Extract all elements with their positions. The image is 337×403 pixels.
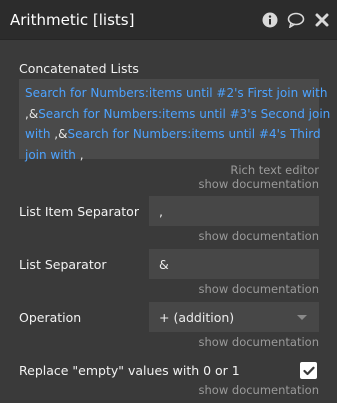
panel-title: Arithmetic [lists] [10, 10, 135, 29]
expression-text: with [25, 127, 55, 141]
rich-text-editor-label: Rich text editor [230, 163, 319, 177]
show-documentation-link[interactable]: show documentation [199, 282, 319, 296]
property-editor-panel: Arithmetic [lists] Concatenated Lists Se… [0, 0, 337, 403]
expression-text: Search for Numbers:items until #2's Firs… [25, 86, 328, 100]
expression-editor[interactable]: Search for Numbers:items until #2's Firs… [19, 79, 330, 162]
list-separator-label: List Separator [19, 257, 107, 272]
show-documentation-link[interactable]: show documentation [199, 177, 319, 191]
panel-header: Arithmetic [lists] [0, 0, 337, 40]
replace-empty-label: Replace "empty" values with 0 or 1 [19, 363, 240, 378]
expression-text: Search for Numbers:items until #4's Thir… [67, 127, 321, 141]
list-item-separator-label: List Item Separator [19, 204, 139, 219]
show-documentation-link[interactable]: show documentation [199, 383, 319, 397]
list-item-separator-input[interactable]: , [149, 196, 319, 226]
concatenated-lists-label: Concatenated Lists [19, 61, 139, 76]
show-documentation-link[interactable]: show documentation [199, 335, 319, 349]
info-icon[interactable] [261, 11, 279, 29]
expression-line: Search for Numbers:items until #2's Firs… [25, 83, 327, 104]
expression-line: ,&Search for Numbers:items until #3's Se… [25, 104, 330, 125]
list-separator-input[interactable]: & [149, 249, 319, 279]
list-separator-value: & [159, 256, 169, 272]
expression-separator: , [79, 147, 84, 162]
expression-separator: & [28, 106, 39, 121]
replace-empty-checkbox[interactable] [300, 362, 317, 379]
expression-line: join with , [25, 145, 311, 166]
header-icons [261, 11, 331, 29]
operation-dropdown[interactable]: + (addition) [149, 302, 319, 332]
show-documentation-link[interactable]: show documentation [199, 229, 319, 243]
checkmark-icon [302, 366, 315, 375]
expression-text: join with [25, 147, 80, 162]
chevron-down-icon [297, 314, 307, 320]
operation-selected-value: + (addition) [159, 309, 235, 325]
operation-label: Operation [19, 310, 82, 325]
expression-text: Search for Numbers:items until #3's Seco… [38, 106, 331, 121]
comment-icon[interactable] [287, 11, 305, 29]
close-icon[interactable] [313, 11, 331, 29]
list-item-separator-value: , [159, 203, 163, 219]
expression-line: with ,&Search for Numbers:items until #4… [25, 124, 321, 145]
